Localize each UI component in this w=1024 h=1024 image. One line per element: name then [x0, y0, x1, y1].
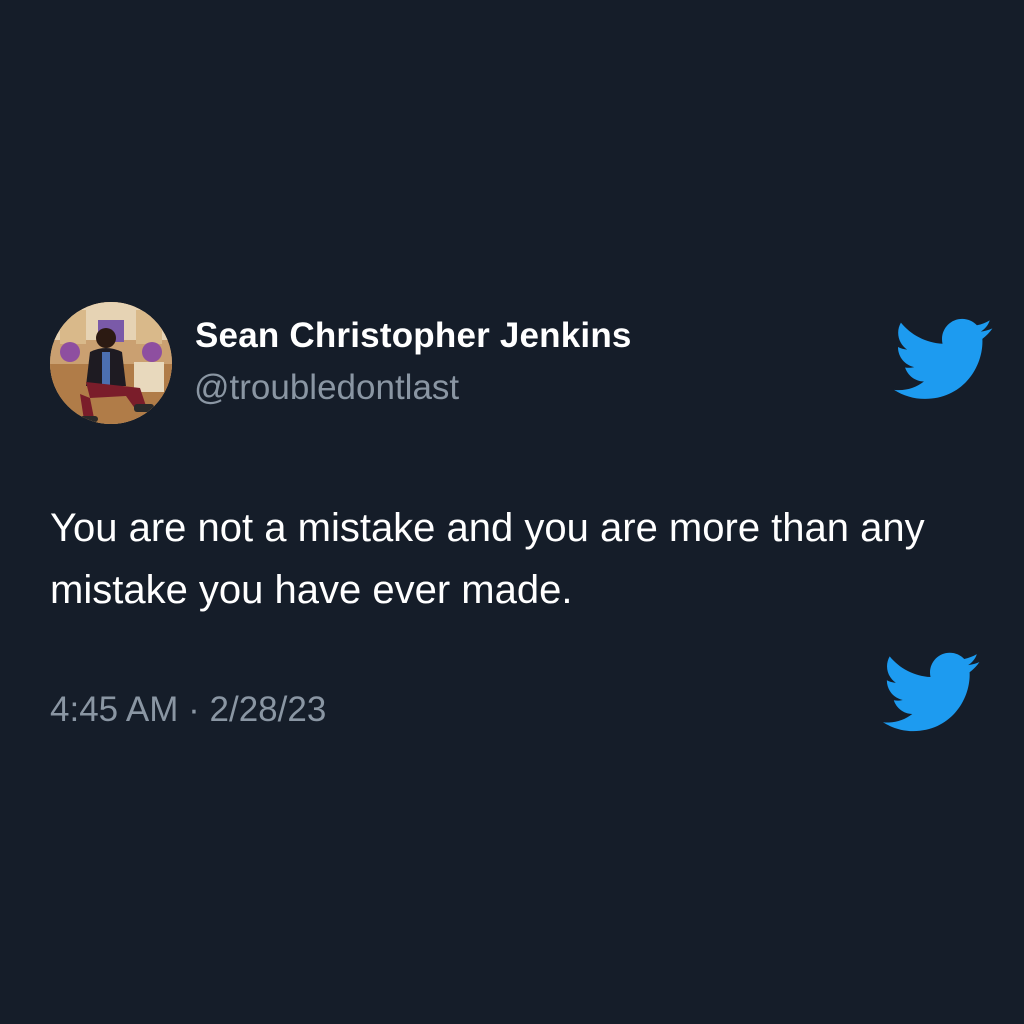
- avatar[interactable]: [50, 302, 172, 424]
- tweet-card: Sean Christopher Jenkins @troubledontlas…: [0, 0, 1024, 1024]
- tweet-text: You are not a mistake and you are more t…: [50, 506, 925, 612]
- twitter-bird-icon: [882, 652, 980, 732]
- profile-photo: [50, 302, 172, 424]
- tweet-timestamp[interactable]: 4:45 AM · 2/28/23: [50, 690, 326, 730]
- twitter-bird-icon: [894, 318, 993, 399]
- author-display-name[interactable]: Sean Christopher Jenkins: [195, 316, 632, 356]
- author-handle[interactable]: @troubledontlast: [194, 368, 459, 408]
